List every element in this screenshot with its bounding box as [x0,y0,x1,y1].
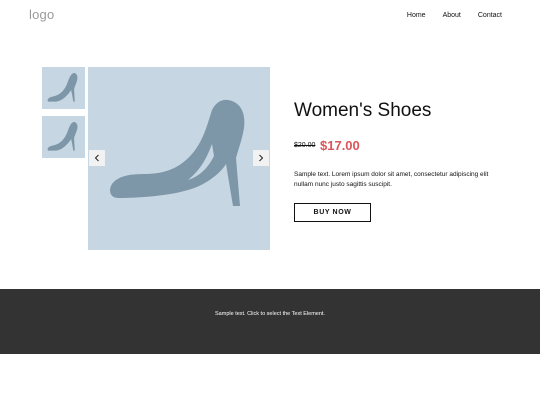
site-footer: Sample text. Click to select the Text El… [0,289,540,354]
gallery-thumbnail[interactable] [42,116,85,158]
nav-home-link[interactable]: Home [407,12,426,19]
product-main-image [88,67,270,250]
product-description: Sample text. Lorem ipsum dolor sit amet,… [294,171,489,188]
buy-now-button[interactable]: BUY NOW [294,203,371,222]
gallery-next-button[interactable] [253,150,269,166]
high-heel-shoe-icon [47,121,77,151]
footer-text: Sample text. Click to select the Text El… [215,311,325,317]
site-header: logo Home About Contact [0,0,540,34]
high-heel-shoe-icon [110,99,245,206]
logo[interactable]: logo [29,7,54,22]
chevron-left-icon [94,154,99,162]
high-heel-shoe-icon [47,72,77,102]
sale-price: $17.00 [320,138,360,153]
main-nav: Home About Contact [407,12,502,19]
nav-contact-link[interactable]: Contact [478,12,502,19]
product-title: Women's Shoes [294,100,432,121]
gallery-thumbnail[interactable] [42,67,85,109]
chevron-right-icon [259,154,264,162]
old-price: $20.00 [294,142,316,149]
gallery-prev-button[interactable] [89,150,105,166]
nav-about-link[interactable]: About [443,12,461,19]
